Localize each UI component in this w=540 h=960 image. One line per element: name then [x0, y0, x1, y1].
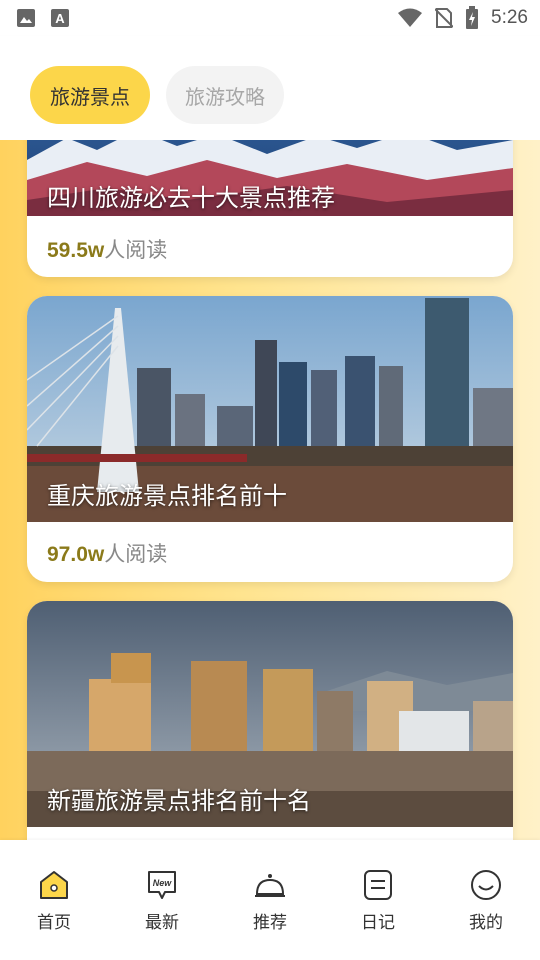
diary-icon: [364, 870, 392, 900]
article-card[interactable]: 重庆旅游景点排名前十 97.0w人阅读: [27, 296, 513, 582]
no-sim-icon: [435, 8, 454, 28]
nav-diary-label: 日记: [361, 913, 395, 933]
nav-profile-label: 我的: [469, 913, 503, 933]
read-count: 97.0w人阅读: [47, 538, 167, 568]
svg-text:New: New: [153, 878, 173, 888]
status-bar: A 5:26: [0, 0, 540, 36]
tab-travel-guides[interactable]: 旅游攻略: [166, 66, 284, 124]
nav-recommend[interactable]: 推荐: [230, 868, 310, 933]
font-icon: A: [51, 9, 69, 27]
bell-icon: [255, 874, 285, 897]
read-count-suffix: 人阅读: [104, 542, 168, 566]
nav-home-label: 首页: [37, 913, 71, 933]
nav-latest[interactable]: New 最新: [122, 868, 202, 933]
article-card[interactable]: 四川旅游必去十大景点推荐 59.5w人阅读: [27, 140, 513, 277]
nav-recommend-label: 推荐: [253, 913, 287, 933]
battery-charging-icon: [466, 6, 479, 29]
read-count: 59.5w人阅读: [47, 234, 167, 264]
svg-text:A: A: [55, 11, 65, 26]
image-icon: [17, 9, 35, 27]
nav-profile[interactable]: 我的: [446, 868, 526, 933]
new-icon: New: [148, 871, 176, 899]
home-icon: [40, 871, 68, 899]
article-title: 四川旅游必去十大景点推荐: [47, 184, 335, 212]
profile-icon: [471, 870, 501, 900]
nav-home[interactable]: 首页: [14, 868, 94, 933]
read-count-number: 59.5w: [47, 239, 105, 262]
bottom-navigation: 首页 New 最新 推荐 日记 我的: [0, 840, 540, 960]
read-count-number: 97.0w: [47, 543, 105, 566]
category-tabs: 旅游景点 旅游攻略: [0, 36, 540, 140]
article-title: 重庆旅游景点排名前十: [47, 482, 287, 510]
tab-scenic-spots[interactable]: 旅游景点: [30, 66, 150, 124]
wifi-icon: [398, 8, 423, 27]
read-count-suffix: 人阅读: [104, 238, 168, 262]
nav-diary[interactable]: 日记: [338, 868, 418, 933]
article-list[interactable]: 四川旅游必去十大景点推荐 59.5w人阅读 重庆旅游景点排名前十 97.0w人阅…: [0, 140, 540, 840]
status-time: 5:26: [491, 7, 528, 28]
article-card[interactable]: 新疆旅游景点排名前十名: [27, 601, 513, 840]
nav-latest-label: 最新: [145, 913, 179, 933]
article-title: 新疆旅游景点排名前十名: [47, 787, 311, 815]
